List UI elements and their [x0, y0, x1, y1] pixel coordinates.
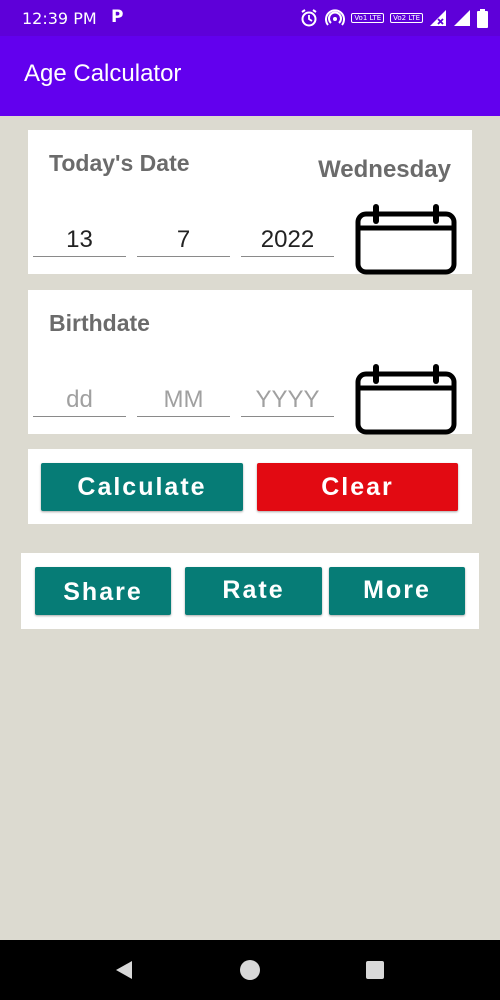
- birthdate-card: Birthdate dd MM YYYY: [28, 290, 472, 436]
- calculate-button[interactable]: Calculate: [41, 463, 243, 511]
- birth-day-input[interactable]: dd: [33, 383, 126, 417]
- recents-icon[interactable]: [363, 958, 387, 982]
- calendar-icon[interactable]: [354, 364, 458, 436]
- navigation-bar: [0, 940, 500, 1000]
- share-button[interactable]: Share: [35, 567, 171, 615]
- app-bar: Age Calculator: [0, 36, 500, 116]
- birth-year-input[interactable]: YYYY: [241, 383, 334, 417]
- app-notification-badge: P: [111, 7, 124, 27]
- calendar-icon[interactable]: [354, 204, 458, 276]
- action-card: Calculate Clear: [28, 449, 472, 524]
- weekday-label: Wednesday: [318, 156, 451, 183]
- back-icon[interactable]: [112, 958, 136, 982]
- today-year-field[interactable]: 2022: [241, 223, 334, 257]
- home-icon[interactable]: [238, 958, 262, 982]
- volte-2-icon: Vo2 LTE: [390, 13, 423, 23]
- today-date-label: Today's Date: [49, 150, 190, 176]
- app-title: Age Calculator: [24, 60, 182, 87]
- rate-button[interactable]: Rate: [185, 567, 322, 615]
- today-day-field[interactable]: 13: [33, 223, 126, 257]
- signal-icon: [454, 10, 470, 26]
- birth-month-input[interactable]: MM: [137, 383, 230, 417]
- today-date-card: Today's Date Wednesday 13 7 2022: [28, 130, 472, 276]
- status-icons: Vo1 LTE Vo2 LTE: [299, 6, 488, 30]
- hotspot-icon: [325, 9, 346, 26]
- extra-actions-card: Share Rate More: [21, 553, 479, 629]
- status-time: 12:39 PM: [22, 9, 97, 28]
- today-month-field[interactable]: 7: [137, 223, 230, 257]
- signal-x-icon: [430, 10, 446, 26]
- birthdate-label: Birthdate: [49, 310, 150, 336]
- more-button[interactable]: More: [329, 567, 465, 615]
- clear-button[interactable]: Clear: [257, 463, 458, 511]
- volte-1-icon: Vo1 LTE: [351, 13, 385, 23]
- battery-icon: [477, 8, 488, 28]
- status-bar: 12:39 PM P Vo1 LTE Vo2 LTE: [0, 0, 500, 36]
- alarm-icon: [301, 9, 317, 27]
